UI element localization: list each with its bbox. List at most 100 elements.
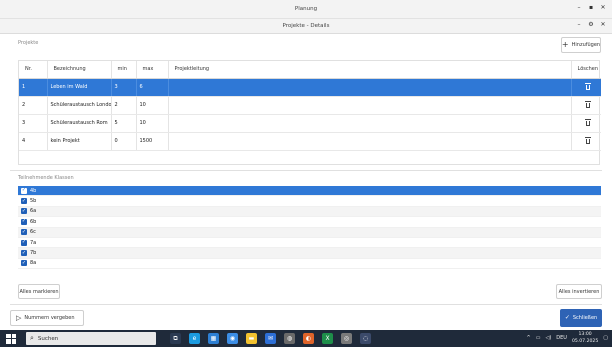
clock-date: 05.07.2025 bbox=[571, 339, 599, 344]
mail-icon[interactable]: ✉ bbox=[265, 333, 276, 344]
checkbox-checked-icon[interactable]: ✓ bbox=[21, 250, 27, 257]
system-tray: ^ ▭ ◁) DEU 13:00 05.07.2025 ▢ bbox=[527, 331, 608, 345]
store-icon[interactable]: ▦ bbox=[208, 333, 219, 344]
edge-icon[interactable]: e bbox=[189, 333, 200, 344]
outer-window-title: Planung bbox=[294, 6, 318, 12]
chevron-up-icon[interactable]: ^ bbox=[527, 335, 531, 341]
cell-max[interactable]: 1500 bbox=[136, 132, 169, 151]
table-row[interactable]: 3 Schüleraustausch Rom 5 10 bbox=[19, 114, 601, 133]
app2-icon[interactable]: ◎ bbox=[341, 333, 352, 344]
checkbox-checked-icon[interactable]: ✓ bbox=[21, 208, 27, 215]
cell-name[interactable]: kein Projekt bbox=[47, 132, 112, 151]
clock-time: 13:00 bbox=[578, 332, 592, 337]
trash-icon[interactable] bbox=[584, 100, 591, 108]
app-icon[interactable]: ◍ bbox=[284, 333, 295, 344]
inner-window-controls: – ⚙ ✕ bbox=[576, 21, 606, 28]
minimize-icon[interactable]: – bbox=[576, 4, 582, 11]
checkbox-checked-icon[interactable]: ✓ bbox=[21, 229, 27, 236]
cell-max[interactable]: 6 bbox=[136, 78, 169, 97]
table-header-row: Nr. Bezeichnung min max Projektleitung L… bbox=[19, 61, 601, 79]
classes-list: ✓ 4b ✓ 5b ✓ 6a ✓ 6b ✓ 6c ✓ 7a ✓ 7b ✓ 8a bbox=[18, 186, 601, 275]
cell-min[interactable]: 5 bbox=[111, 114, 137, 133]
app3-icon[interactable]: ◌ bbox=[360, 333, 371, 344]
class-label: 8a bbox=[30, 260, 37, 267]
add-project-button[interactable]: + Hinzufügen bbox=[561, 37, 601, 53]
outer-title-bar: Planung – ▪ ✕ bbox=[0, 0, 612, 19]
checkbox-checked-icon[interactable]: ✓ bbox=[21, 187, 27, 194]
language-indicator[interactable]: DEU bbox=[556, 335, 567, 341]
cell-name[interactable]: Schüleraustausch Rom bbox=[47, 114, 112, 133]
checkbox-checked-icon[interactable]: ✓ bbox=[21, 218, 27, 225]
column-header-delete[interactable]: Löschen bbox=[571, 61, 601, 79]
cell-min[interactable]: 0 bbox=[111, 132, 137, 151]
notification-icon[interactable]: ▢ bbox=[603, 335, 608, 341]
checkbox-checked-icon[interactable]: ✓ bbox=[21, 239, 27, 246]
invert-all-button[interactable]: Alles invertieren bbox=[556, 284, 602, 299]
cell-min[interactable]: 3 bbox=[111, 78, 137, 97]
maximize-icon[interactable]: ▪ bbox=[588, 4, 594, 11]
list-item[interactable]: ✓ 8a bbox=[18, 259, 601, 270]
close-icon[interactable]: ✕ bbox=[600, 4, 606, 11]
cell-delete bbox=[571, 132, 601, 151]
cell-nr[interactable]: 3 bbox=[19, 114, 48, 133]
mark-all-button[interactable]: Alles markieren bbox=[18, 284, 60, 299]
cell-lead[interactable] bbox=[168, 78, 572, 97]
cell-nr[interactable]: 4 bbox=[19, 132, 48, 151]
list-item[interactable]: ✓ 6a bbox=[18, 206, 601, 218]
cell-min[interactable]: 2 bbox=[111, 96, 137, 115]
class-label: 5b bbox=[30, 198, 37, 205]
trash-icon[interactable] bbox=[584, 118, 591, 126]
list-item[interactable]: ✓ 4b bbox=[18, 186, 601, 197]
cell-max[interactable]: 10 bbox=[136, 114, 169, 133]
table-row[interactable]: 1 Leben im Wald 3 6 bbox=[19, 78, 601, 97]
cell-lead[interactable] bbox=[168, 96, 572, 115]
close-icon[interactable]: ✕ bbox=[600, 21, 606, 28]
trash-icon[interactable] bbox=[584, 136, 591, 144]
volume-icon[interactable]: ◁) bbox=[545, 335, 551, 341]
column-header-lead[interactable]: Projektleitung bbox=[168, 61, 572, 79]
firefox-icon[interactable]: ◐ bbox=[303, 333, 314, 344]
clock[interactable]: 13:00 05.07.2025 bbox=[572, 331, 598, 345]
class-label: 6b bbox=[30, 218, 37, 225]
checkbox-checked-icon[interactable]: ✓ bbox=[21, 198, 27, 205]
list-item[interactable]: ✓ 5b bbox=[18, 196, 601, 207]
column-header-min[interactable]: min bbox=[111, 61, 137, 79]
column-header-nr[interactable]: Nr. bbox=[19, 61, 48, 79]
assign-numbers-label: Nummern vergeben bbox=[24, 315, 75, 321]
inner-window-title: Projekte - Details bbox=[282, 23, 330, 29]
minimize-icon[interactable]: – bbox=[576, 21, 582, 28]
trash-icon[interactable] bbox=[584, 82, 591, 90]
cell-lead[interactable] bbox=[168, 114, 572, 133]
classes-section-label: Teilnehmende Klassen bbox=[18, 175, 74, 181]
table-row[interactable]: 2 Schüleraustausch London 2 10 bbox=[19, 96, 601, 115]
table-row[interactable]: 4 kein Projekt 0 1500 bbox=[19, 132, 601, 151]
cell-name[interactable]: Leben im Wald bbox=[47, 78, 112, 97]
settings-icon[interactable]: ⚙ bbox=[588, 21, 594, 28]
column-header-max[interactable]: max bbox=[136, 61, 169, 79]
assign-numbers-button[interactable]: ▷ Nummern vergeben bbox=[10, 310, 84, 326]
taskbar-search-box[interactable]: ⌕ Suchen bbox=[26, 332, 156, 345]
excel-icon[interactable]: X bbox=[322, 333, 333, 344]
windows-start-icon[interactable] bbox=[6, 333, 16, 344]
list-item[interactable]: ✓ 7a bbox=[18, 238, 601, 249]
add-button-label: Hinzufügen bbox=[571, 42, 601, 48]
task-view-icon[interactable]: ⧉ bbox=[170, 333, 181, 344]
cell-nr[interactable]: 1 bbox=[19, 78, 48, 97]
chrome-icon[interactable]: ◉ bbox=[227, 333, 238, 344]
taskbar-apps: ⧉ e ▦ ◉ ▬ ✉ ◍ ◐ X ◎ ◌ bbox=[170, 333, 371, 344]
cell-name[interactable]: Schüleraustausch London bbox=[47, 96, 112, 115]
close-button[interactable]: ✓ Schließen bbox=[560, 309, 602, 327]
list-item[interactable]: ✓ 7b bbox=[18, 248, 601, 259]
explorer-icon[interactable]: ▬ bbox=[246, 333, 257, 344]
cell-nr[interactable]: 2 bbox=[19, 96, 48, 115]
checkbox-checked-icon[interactable]: ✓ bbox=[21, 260, 27, 267]
class-label: 7a bbox=[30, 239, 37, 246]
network-icon[interactable]: ▭ bbox=[536, 335, 541, 341]
cell-lead[interactable] bbox=[168, 132, 572, 151]
list-item[interactable]: ✓ 6b bbox=[18, 217, 601, 228]
column-header-name[interactable]: Bezeichnung bbox=[47, 61, 112, 79]
divider bbox=[10, 304, 602, 305]
search-placeholder: Suchen bbox=[37, 335, 59, 342]
list-item[interactable]: ✓ 6c bbox=[18, 227, 601, 238]
cell-max[interactable]: 10 bbox=[136, 96, 169, 115]
